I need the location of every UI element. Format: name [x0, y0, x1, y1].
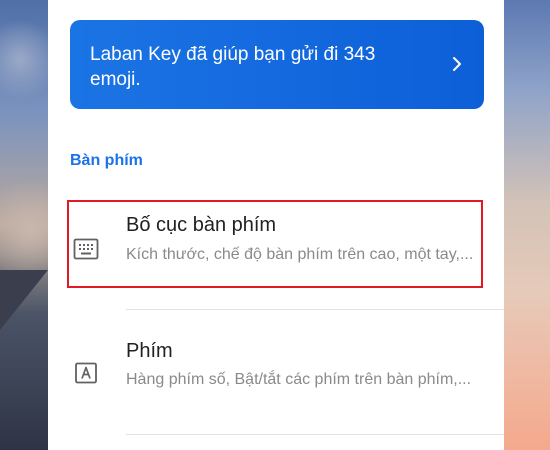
letter-a-key-icon	[75, 362, 97, 384]
divider	[126, 434, 504, 435]
settings-item-keyboard-layout[interactable]: Bố cục bàn phím Kích thước, chế độ bàn p…	[66, 198, 504, 294]
settings-item-keys[interactable]: Phím Hàng phím số, Bật/tắt các phím trên…	[66, 316, 504, 412]
wallpaper-shape	[0, 270, 48, 330]
banner-text: Laban Key đã giúp bạn gửi đi 343 emoji.	[90, 44, 376, 90]
item-subtitle: Hàng phím số, Bật/tắt các phím trên bàn …	[126, 371, 472, 388]
divider	[126, 309, 504, 310]
item-subtitle: Kích thước, chế độ bàn phím trên cao, mộ…	[126, 246, 474, 263]
item-title: Phím	[126, 340, 173, 362]
keyboard-icon	[73, 238, 99, 260]
chevron-right-icon	[453, 57, 461, 71]
emoji-stats-banner[interactable]: Laban Key đã giúp bạn gửi đi 343 emoji.	[70, 20, 484, 109]
settings-panel: Laban Key đã giúp bạn gửi đi 343 emoji. …	[48, 0, 504, 450]
item-title: Bố cục bàn phím	[126, 214, 277, 236]
wallpaper-left	[0, 0, 48, 450]
section-title-keyboard: Bàn phím	[70, 152, 143, 169]
wallpaper-right	[504, 0, 550, 450]
